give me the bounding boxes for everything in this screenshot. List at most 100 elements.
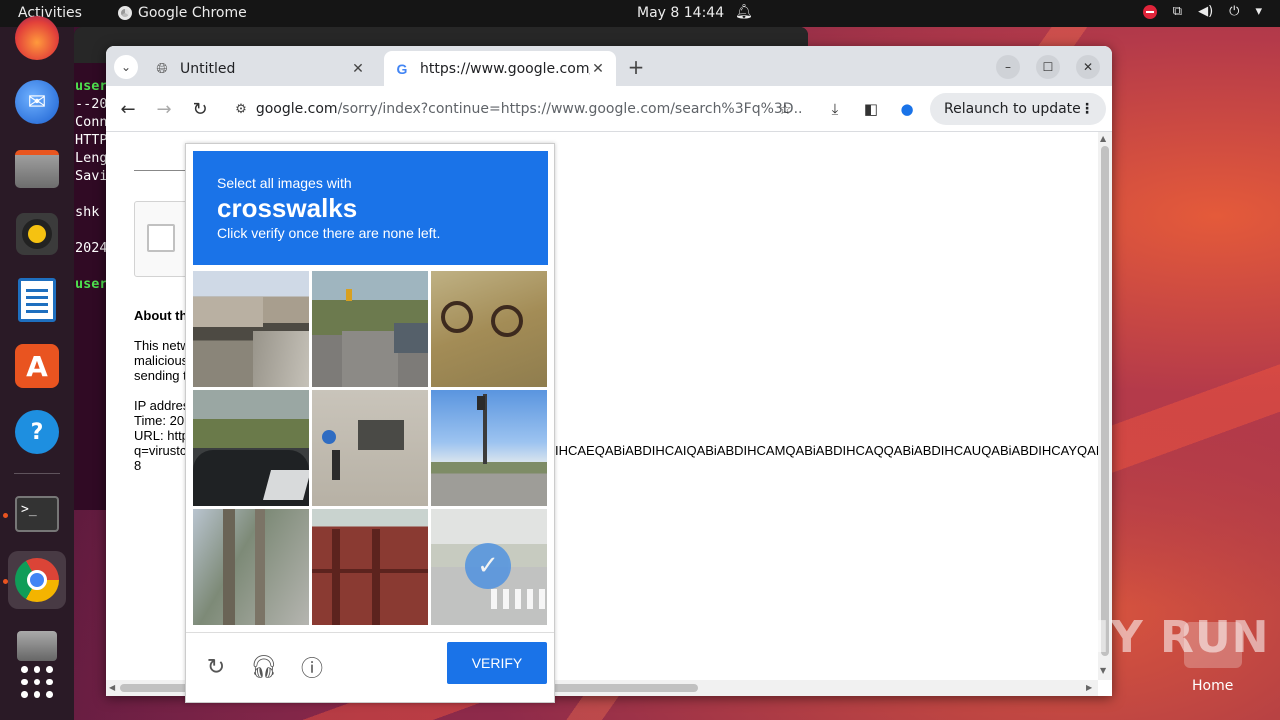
terminal-line: Savi <box>75 168 108 184</box>
dock-show-apps[interactable] <box>8 653 66 711</box>
challenge-hint: Click verify once there are none left. <box>217 225 441 241</box>
dock-writer[interactable] <box>8 271 66 329</box>
about-heading: About th <box>134 308 188 323</box>
relaunch-button[interactable]: Relaunch to update ⋮ <box>930 93 1106 125</box>
ip-address-text: IP addres <box>134 398 190 413</box>
dock-app-center[interactable]: A <box>8 337 66 395</box>
app-center-icon: A <box>15 344 59 388</box>
query-text-end: 8 <box>134 458 142 473</box>
terminal-output: user --20 Conn HTTP Leng Savi shk 2024 u… <box>74 77 108 293</box>
thunderbird-icon: ✉ <box>15 80 59 124</box>
power-icon: ⏻ <box>1229 4 1240 19</box>
volume-icon: ◀) <box>1198 4 1214 19</box>
dock-help[interactable]: ? <box>8 403 66 461</box>
dock-chrome[interactable] <box>8 551 66 609</box>
app-menu[interactable]: Google Chrome <box>118 5 247 21</box>
captcha-tile[interactable] <box>193 271 309 387</box>
terminal-line: Conn <box>75 114 108 130</box>
bookmark-star-icon[interactable]: ☆ <box>774 98 796 120</box>
address-bar[interactable]: ⚙︎ google.com /sorry/index?continue=http… <box>226 93 804 125</box>
body-text: This netw <box>134 338 190 353</box>
new-tab-button[interactable]: + <box>624 55 648 79</box>
show-apps-icon <box>21 666 53 698</box>
terminal-line: user <box>75 78 108 94</box>
terminal-line: shk <box>75 204 100 220</box>
running-indicator <box>3 579 8 584</box>
vertical-scrollbar[interactable]: ▲ ▼ <box>1098 132 1112 680</box>
clock[interactable]: May 8 14:44 <box>637 5 724 21</box>
close-icon[interactable]: ✕ <box>590 61 606 77</box>
download-icon[interactable]: ⤓ <box>824 98 846 120</box>
captcha-tile-selected[interactable]: ✓ <box>431 509 547 625</box>
back-button[interactable]: ← <box>115 96 141 122</box>
url-path: /sorry/index?continue=https://www.google… <box>337 101 804 117</box>
terminal-line: 2024 <box>75 240 108 256</box>
challenge-header: Select all images with crosswalks Click … <box>193 151 548 265</box>
firefox-icon <box>15 16 59 60</box>
terminal-line: HTTP <box>75 132 108 148</box>
dock-thunderbird[interactable]: ✉ <box>8 73 66 131</box>
close-icon[interactable]: ✕ <box>350 61 366 77</box>
query-text-tail: IHCAEQABiABDIHCAIQABiABDIHCAMQABiABDIHCA… <box>555 443 1098 458</box>
tab-search-button[interactable]: ⌄ <box>114 55 138 79</box>
url-host: google.com <box>255 101 338 117</box>
scroll-right-icon[interactable]: ▶ <box>1086 683 1092 692</box>
info-icon[interactable]: ⓘ <box>298 653 326 682</box>
site-settings-icon[interactable]: ⚙︎ <box>226 102 256 117</box>
network-icon: ⧉ <box>1172 4 1183 19</box>
dock-terminal[interactable]: >_ <box>8 485 66 543</box>
plus-icon: + <box>627 55 645 79</box>
writer-icon <box>18 278 56 322</box>
maximize-button[interactable]: ☐ <box>1036 55 1060 79</box>
challenge-instruction: Select all images with <box>217 175 352 191</box>
tab-label: Untitled <box>180 60 236 77</box>
forward-button[interactable]: → <box>151 96 177 122</box>
captcha-tile[interactable] <box>312 390 428 506</box>
captcha-tile[interactable] <box>193 509 309 625</box>
dock: ✉ A ? >_ <box>0 16 74 720</box>
terminal-line: user <box>75 276 108 292</box>
captcha-tile[interactable] <box>193 390 309 506</box>
url-text: URL: http <box>134 428 189 443</box>
tab-untitled[interactable]: 🌐︎ Untitled ✕ <box>144 51 376 86</box>
dock-files[interactable] <box>8 140 66 198</box>
profile-icon[interactable]: ● <box>896 98 918 120</box>
globe-icon: 🌐︎ <box>156 60 168 77</box>
reload-challenge-icon[interactable]: ↻ <box>202 653 230 681</box>
minimize-button[interactable]: – <box>996 55 1020 79</box>
bell-icon: 🔔︎ <box>735 4 753 20</box>
dock-firefox[interactable] <box>8 9 66 67</box>
do-not-disturb-icon <box>1142 4 1157 19</box>
kebab-menu-icon[interactable]: ⋮ <box>1080 101 1094 117</box>
arrow-right-icon: → <box>156 98 172 120</box>
dock-rhythmbox[interactable] <box>8 205 66 263</box>
scrollbar-thumb[interactable] <box>1101 146 1109 656</box>
verify-button[interactable]: VERIFY <box>447 642 547 684</box>
scroll-up-icon[interactable]: ▲ <box>1100 134 1106 143</box>
maximize-icon: ☐ <box>1042 60 1054 74</box>
headphones-icon[interactable]: 🎧︎ <box>250 653 278 681</box>
minimize-icon: – <box>1005 60 1011 74</box>
captcha-tile[interactable] <box>312 509 428 625</box>
app-name: Google Chrome <box>138 5 247 21</box>
captcha-tile[interactable] <box>431 390 547 506</box>
watermark: ANY RUN <box>1038 612 1270 663</box>
google-icon: G <box>396 60 408 77</box>
reload-icon: ↻ <box>192 98 208 120</box>
close-window-button[interactable]: ✕ <box>1076 55 1100 79</box>
side-panel-icon[interactable]: ◧ <box>860 98 882 120</box>
captcha-tile[interactable] <box>312 271 428 387</box>
terminal-icon: >_ <box>15 496 59 532</box>
captcha-tile[interactable] <box>431 271 547 387</box>
chrome-icon <box>15 558 59 602</box>
tab-google[interactable]: G https://www.google.com/ ✕ <box>384 51 616 86</box>
recaptcha-checkbox[interactable] <box>147 224 175 252</box>
tab-label: https://www.google.com/ <box>420 60 590 77</box>
reload-button[interactable]: ↻ <box>187 96 213 122</box>
scroll-down-icon[interactable]: ▼ <box>1100 666 1106 675</box>
system-tray[interactable]: ⧉ ◀) ⏻ ▾ <box>1142 4 1262 19</box>
recaptcha-challenge: Select all images with crosswalks Click … <box>185 143 555 703</box>
home-folder-label[interactable]: Home <box>1192 678 1233 694</box>
scroll-left-icon[interactable]: ◀ <box>109 683 115 692</box>
checkmark-icon: ✓ <box>465 543 511 589</box>
